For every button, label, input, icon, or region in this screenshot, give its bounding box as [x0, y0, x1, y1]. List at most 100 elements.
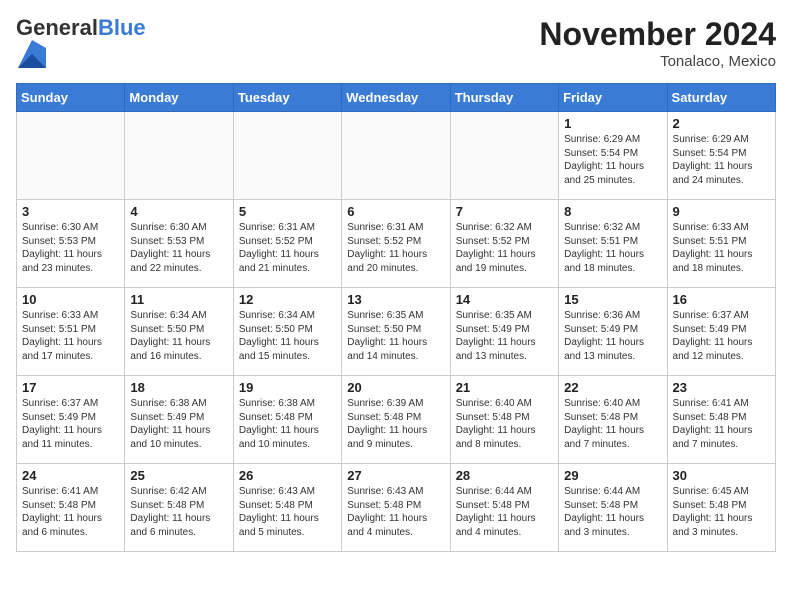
day-info: Sunrise: 6:33 AM Sunset: 5:51 PM Dayligh… [673, 221, 770, 275]
calendar-cell: 24 Sunrise: 6:41 AM Sunset: 5:48 PM Dayli… [17, 464, 125, 552]
calendar-week-row: 3Sunrise: 6:30 AM Sunset: 5:53 PM Daylig… [17, 200, 776, 288]
day-info: Sunrise: 6:34 AM Sunset: 5:50 PM Dayligh… [239, 309, 336, 363]
calendar-table: SundayMondayTuesdayWednesdayThursdayFrid… [16, 83, 776, 552]
calendar-cell: 8 Sunrise: 6:32 AM Sunset: 5:51 PM Daylig… [559, 200, 667, 288]
day-info: Sunrise: 6:45 AM Sunset: 5:48 PM Dayligh… [673, 485, 770, 539]
day-info: Sunrise: 6:39 AM Sunset: 5:48 PM Dayligh… [347, 397, 444, 451]
day-info: Sunrise: 6:32 AM Sunset: 5:51 PM Dayligh… [564, 221, 661, 275]
logo-text: GeneralBlue [16, 16, 146, 40]
calendar-cell: 23 Sunrise: 6:41 AM Sunset: 5:48 PM Dayli… [667, 376, 775, 464]
day-info: Sunrise: 6:30 AM Sunset: 5:53 PM Dayligh… [130, 221, 227, 275]
calendar-cell: 27Sunrise: 6:43 AM Sunset: 5:48 PM Dayli… [342, 464, 450, 552]
day-info: Sunrise: 6:40 AM Sunset: 5:48 PM Dayligh… [456, 397, 553, 451]
weekday-header: Wednesday [342, 84, 450, 112]
day-number: 7 [456, 204, 553, 219]
day-info: Sunrise: 6:33 AM Sunset: 5:51 PM Dayligh… [22, 309, 119, 363]
calendar-cell [17, 112, 125, 200]
day-info: Sunrise: 6:41 AM Sunset: 5:48 PM Dayligh… [22, 485, 119, 539]
day-info: Sunrise: 6:29 AM Sunset: 5:54 PM Dayligh… [673, 133, 770, 187]
calendar-week-row: 17 Sunrise: 6:37 AM Sunset: 5:49 PM Dayli… [17, 376, 776, 464]
calendar-header-row: SundayMondayTuesdayWednesdayThursdayFrid… [17, 84, 776, 112]
day-number: 2 [673, 116, 770, 131]
calendar-cell: 10 Sunrise: 6:33 AM Sunset: 5:51 PM Dayli… [17, 288, 125, 376]
calendar-cell [125, 112, 233, 200]
day-info: Sunrise: 6:43 AM Sunset: 5:48 PM Dayligh… [347, 485, 444, 539]
day-number: 28 [456, 468, 553, 483]
day-number: 6 [347, 204, 444, 219]
day-info: Sunrise: 6:37 AM Sunset: 5:49 PM Dayligh… [22, 397, 119, 451]
day-number: 20 [347, 380, 444, 395]
calendar-cell [233, 112, 341, 200]
day-number: 4 [130, 204, 227, 219]
weekday-header: Monday [125, 84, 233, 112]
location-subtitle: Tonalaco, Mexico [539, 53, 776, 70]
weekday-header: Sunday [17, 84, 125, 112]
logo: GeneralBlue [16, 16, 146, 73]
day-number: 1 [564, 116, 661, 131]
calendar-cell: 22Sunrise: 6:40 AM Sunset: 5:48 PM Dayli… [559, 376, 667, 464]
day-info: Sunrise: 6:41 AM Sunset: 5:48 PM Dayligh… [673, 397, 770, 451]
day-number: 21 [456, 380, 553, 395]
day-info: Sunrise: 6:35 AM Sunset: 5:49 PM Dayligh… [456, 309, 553, 363]
day-info: Sunrise: 6:30 AM Sunset: 5:53 PM Dayligh… [22, 221, 119, 275]
calendar-cell: 21 Sunrise: 6:40 AM Sunset: 5:48 PM Dayli… [450, 376, 558, 464]
calendar-cell: 26 Sunrise: 6:43 AM Sunset: 5:48 PM Dayli… [233, 464, 341, 552]
calendar-cell: 6 Sunrise: 6:31 AM Sunset: 5:52 PM Daylig… [342, 200, 450, 288]
day-number: 14 [456, 292, 553, 307]
weekday-header: Friday [559, 84, 667, 112]
calendar-cell: 13Sunrise: 6:35 AM Sunset: 5:50 PM Dayli… [342, 288, 450, 376]
day-number: 11 [130, 292, 227, 307]
day-number: 22 [564, 380, 661, 395]
day-info: Sunrise: 6:38 AM Sunset: 5:48 PM Dayligh… [239, 397, 336, 451]
weekday-header: Tuesday [233, 84, 341, 112]
title-area: November 2024 Tonalaco, Mexico [539, 16, 776, 70]
logo-general: General [16, 15, 98, 40]
day-number: 18 [130, 380, 227, 395]
day-number: 8 [564, 204, 661, 219]
day-number: 24 [22, 468, 119, 483]
calendar-cell: 28 Sunrise: 6:44 AM Sunset: 5:48 PM Dayli… [450, 464, 558, 552]
calendar-cell [450, 112, 558, 200]
day-number: 16 [673, 292, 770, 307]
logo-icon [18, 40, 46, 68]
calendar-cell: 2 Sunrise: 6:29 AM Sunset: 5:54 PM Daylig… [667, 112, 775, 200]
day-number: 26 [239, 468, 336, 483]
day-info: Sunrise: 6:38 AM Sunset: 5:49 PM Dayligh… [130, 397, 227, 451]
day-info: Sunrise: 6:44 AM Sunset: 5:48 PM Dayligh… [564, 485, 661, 539]
calendar-cell: 5Sunrise: 6:31 AM Sunset: 5:52 PM Daylig… [233, 200, 341, 288]
calendar-cell: 15 Sunrise: 6:36 AM Sunset: 5:49 PM Dayli… [559, 288, 667, 376]
day-info: Sunrise: 6:31 AM Sunset: 5:52 PM Dayligh… [239, 221, 336, 275]
calendar-cell: 30 Sunrise: 6:45 AM Sunset: 5:48 PM Dayli… [667, 464, 775, 552]
day-info: Sunrise: 6:35 AM Sunset: 5:50 PM Dayligh… [347, 309, 444, 363]
calendar-cell: 11Sunrise: 6:34 AM Sunset: 5:50 PM Dayli… [125, 288, 233, 376]
day-number: 29 [564, 468, 661, 483]
logo-blue: Blue [98, 15, 146, 40]
calendar-cell: 14 Sunrise: 6:35 AM Sunset: 5:49 PM Dayli… [450, 288, 558, 376]
day-number: 10 [22, 292, 119, 307]
calendar-cell: 12Sunrise: 6:34 AM Sunset: 5:50 PM Dayli… [233, 288, 341, 376]
calendar-cell: 29 Sunrise: 6:44 AM Sunset: 5:48 PM Dayli… [559, 464, 667, 552]
page-header: GeneralBlue November 2024 Tonalaco, Mexi… [16, 16, 776, 73]
day-number: 19 [239, 380, 336, 395]
calendar-week-row: 24 Sunrise: 6:41 AM Sunset: 5:48 PM Dayli… [17, 464, 776, 552]
day-info: Sunrise: 6:44 AM Sunset: 5:48 PM Dayligh… [456, 485, 553, 539]
calendar-cell: 19 Sunrise: 6:38 AM Sunset: 5:48 PM Dayli… [233, 376, 341, 464]
month-title: November 2024 [539, 16, 776, 53]
day-number: 17 [22, 380, 119, 395]
day-number: 9 [673, 204, 770, 219]
calendar-cell: 18 Sunrise: 6:38 AM Sunset: 5:49 PM Dayli… [125, 376, 233, 464]
day-info: Sunrise: 6:43 AM Sunset: 5:48 PM Dayligh… [239, 485, 336, 539]
day-info: Sunrise: 6:36 AM Sunset: 5:49 PM Dayligh… [564, 309, 661, 363]
weekday-header: Saturday [667, 84, 775, 112]
day-info: Sunrise: 6:31 AM Sunset: 5:52 PM Dayligh… [347, 221, 444, 275]
calendar-cell: 17 Sunrise: 6:37 AM Sunset: 5:49 PM Dayli… [17, 376, 125, 464]
day-info: Sunrise: 6:42 AM Sunset: 5:48 PM Dayligh… [130, 485, 227, 539]
day-number: 23 [673, 380, 770, 395]
calendar-cell: 7 Sunrise: 6:32 AM Sunset: 5:52 PM Daylig… [450, 200, 558, 288]
day-number: 15 [564, 292, 661, 307]
weekday-header: Thursday [450, 84, 558, 112]
day-info: Sunrise: 6:32 AM Sunset: 5:52 PM Dayligh… [456, 221, 553, 275]
calendar-cell: 9 Sunrise: 6:33 AM Sunset: 5:51 PM Daylig… [667, 200, 775, 288]
day-number: 30 [673, 468, 770, 483]
calendar-week-row: 1 Sunrise: 6:29 AM Sunset: 5:54 PM Daylig… [17, 112, 776, 200]
